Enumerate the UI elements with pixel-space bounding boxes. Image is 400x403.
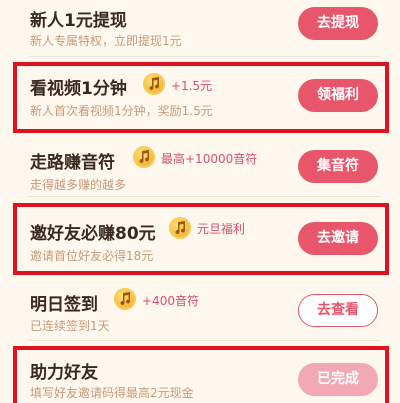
task-subtitle: 新人专属特权，立即提现1元 bbox=[30, 34, 182, 48]
music-note-coin-icon bbox=[143, 73, 165, 95]
task-title: 邀好友必赚80元 bbox=[30, 224, 156, 244]
music-note-coin-icon bbox=[114, 288, 136, 310]
collect-notes-button[interactable]: 集音符 bbox=[298, 150, 378, 183]
view-button[interactable]: 去查看 bbox=[298, 294, 378, 327]
task-subtitle: 邀请首位好友必得18元 bbox=[30, 249, 154, 263]
task-row-help-friend: 助力好友 填写好友邀请码得最高2元现金 已完成 bbox=[0, 345, 400, 403]
task-reward: +400音符 bbox=[142, 294, 199, 308]
task-subtitle: 走得越多赚的越多 bbox=[30, 178, 127, 192]
task-row-withdraw: 新人1元提现 新人专属特权，立即提现1元 去提现 bbox=[0, 0, 400, 57]
task-reward: 元旦福利 bbox=[197, 222, 246, 236]
task-subtitle: 已连续签到1天 bbox=[30, 319, 110, 333]
music-note-coin-icon bbox=[133, 146, 155, 168]
invite-button[interactable]: 去邀请 bbox=[298, 222, 378, 255]
task-reward: 最高+10000音符 bbox=[161, 152, 258, 166]
task-subtitle: 填写好友邀请码得最高2元现金 bbox=[30, 386, 194, 400]
divider bbox=[28, 340, 380, 341]
task-subtitle: 新人首次看视频1分钟，奖励1.5元 bbox=[30, 104, 213, 118]
task-title: 新人1元提现 bbox=[30, 11, 127, 31]
music-note-coin-icon bbox=[169, 217, 191, 239]
task-title: 走路赚音符 bbox=[30, 153, 115, 173]
claim-welfare-button[interactable]: 领福利 bbox=[298, 79, 378, 112]
task-title: 看视频1分钟 bbox=[30, 79, 127, 99]
task-row-invite: 邀好友必赚80元 元旦福利 邀请首位好友必得18元 去邀请 bbox=[0, 205, 400, 272]
task-row-walk: 走路赚音符 最高+10000音符 走得越多赚的越多 集音符 bbox=[0, 130, 400, 197]
divider bbox=[28, 196, 380, 197]
task-list: 新人1元提现 新人专属特权，立即提现1元 去提现 看视频1分钟 +1.5元 新人… bbox=[0, 0, 400, 403]
task-reward: +1.5元 bbox=[171, 79, 213, 93]
task-row-checkin: 明日签到 +400音符 已连续签到1天 去查看 bbox=[0, 274, 400, 341]
divider bbox=[28, 56, 380, 57]
task-title: 明日签到 bbox=[30, 295, 98, 315]
completed-button[interactable]: 已完成 bbox=[298, 363, 378, 396]
task-title: 助力好友 bbox=[30, 363, 98, 383]
withdraw-button[interactable]: 去提现 bbox=[298, 7, 378, 40]
task-row-watch-video: 看视频1分钟 +1.5元 新人首次看视频1分钟，奖励1.5元 领福利 bbox=[0, 62, 400, 129]
